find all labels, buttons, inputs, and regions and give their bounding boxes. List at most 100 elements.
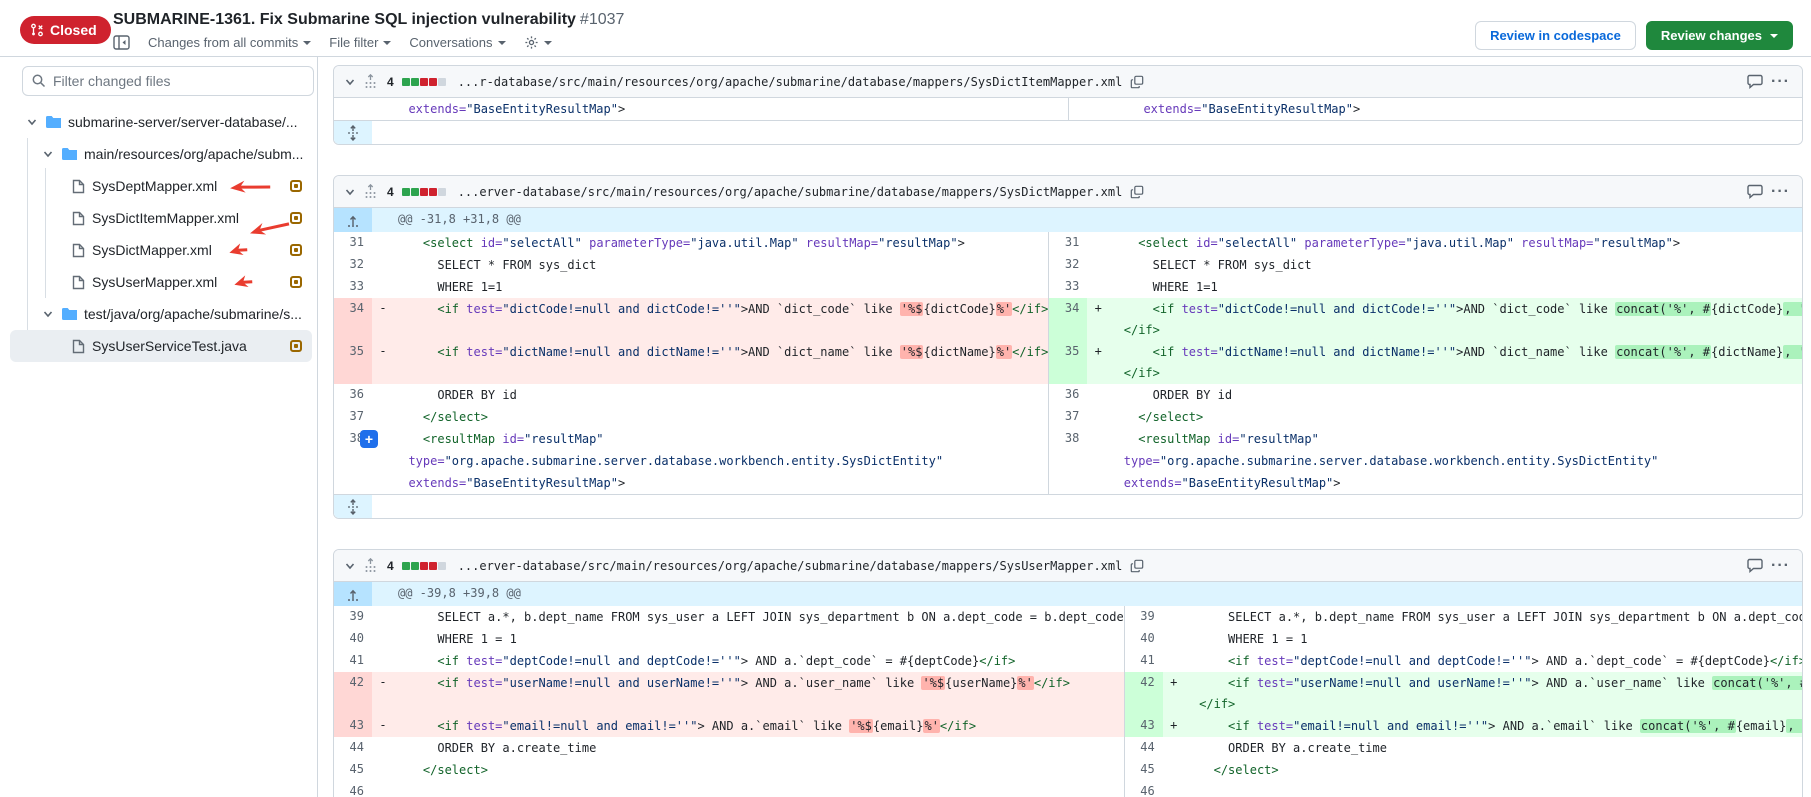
add-comment-button[interactable]: + xyxy=(360,430,378,448)
diff-panel-header: 4...r-database/src/main/resources/org/ap… xyxy=(334,66,1802,98)
diff-marker xyxy=(372,406,394,428)
expand-diff-strip xyxy=(334,494,1802,518)
collapse-sidebar-button[interactable] xyxy=(113,35,130,50)
file-modified-icon xyxy=(290,340,302,352)
line-number: 46 xyxy=(1125,781,1163,797)
code-content: type="org.apache.submarine.server.databa… xyxy=(394,450,1048,472)
diff-panels-area: 4...r-database/src/main/resources/org/ap… xyxy=(318,57,1811,797)
expand-hunk-button[interactable] xyxy=(334,208,372,232)
comment-button[interactable] xyxy=(1747,184,1763,199)
code-line: <if test="deptCode!=null and deptCode!='… xyxy=(394,651,1124,672)
diff-cell-old: 34- <if test="dictCode!=null and dictCod… xyxy=(334,298,1048,341)
code-content: <if test="dictCode!=null and dictCode!='… xyxy=(394,298,1048,341)
tree-file-sysdictmapper-xml[interactable]: SysDictMapper.xml xyxy=(10,234,312,266)
line-number: 45 xyxy=(1125,759,1163,781)
code-line: </if> xyxy=(1109,363,1803,384)
code-line: WHERE 1 = 1 xyxy=(1185,629,1803,650)
diff-cell-old: type="org.apache.submarine.server.databa… xyxy=(334,450,1048,472)
tree-folder-main-resources-org-apache-subm-[interactable]: main/resources/org/apache/subm... xyxy=(10,138,312,170)
code-content: SELECT a.*, b.dept_name FROM sys_user a … xyxy=(1185,606,1803,628)
conversations-dropdown[interactable]: Conversations xyxy=(409,35,505,50)
copy-path-button[interactable] xyxy=(1130,185,1144,199)
kebab-menu-button[interactable]: ··· xyxy=(1771,557,1790,575)
diff-cell-new: 36 ORDER BY id xyxy=(1048,384,1803,406)
code-content: SELECT * FROM sys_dict xyxy=(394,254,1048,276)
diff-cell-old: extends="BaseEntityResultMap"> xyxy=(334,472,1048,494)
diff-settings-dropdown[interactable] xyxy=(524,35,552,50)
code-content: </select> xyxy=(394,759,1124,781)
diff-cell-new: 42+ <if test="userName!=null and userNam… xyxy=(1124,672,1803,715)
code-content: <if test="deptCode!=null and deptCode!='… xyxy=(394,650,1124,672)
collapse-file-button[interactable] xyxy=(344,186,356,198)
comment-icon xyxy=(1747,184,1763,199)
annotation-arrow xyxy=(227,241,250,260)
drag-handle[interactable] xyxy=(364,558,377,574)
review-in-codespace-button[interactable]: Review in codespace xyxy=(1475,21,1636,50)
diff-marker: - xyxy=(372,298,394,341)
comment-button[interactable] xyxy=(1747,558,1763,573)
copy-path-button[interactable] xyxy=(1130,559,1144,573)
code-line: extends="BaseEntityResultMap"> xyxy=(1109,473,1803,494)
file-filter-dropdown[interactable]: File filter xyxy=(329,35,391,50)
diff-marker xyxy=(1087,428,1109,450)
filter-changed-files-input[interactable] xyxy=(22,66,314,96)
expand-hunk-button[interactable] xyxy=(334,582,372,606)
tree-file-sysuserservicetest-java[interactable]: SysUserServiceTest.java xyxy=(10,330,312,362)
tree-folder-test-java-org-apache-submarine-s-[interactable]: test/java/org/apache/submarine/s... xyxy=(10,298,312,330)
tree-item-label: SysDictItemMapper.xml xyxy=(92,210,239,226)
code-line: <resultMap id="resultMap" xyxy=(1109,429,1803,450)
collapse-file-button[interactable] xyxy=(344,560,356,572)
code-content: extends="BaseEntityResultMap"> xyxy=(394,98,1068,120)
file-icon xyxy=(72,275,85,290)
drag-handle[interactable] xyxy=(364,74,377,90)
code-content: </select> xyxy=(1109,406,1803,428)
file-tree-sidebar: submarine-server/server-database/...main… xyxy=(0,57,318,797)
line-number: 40 xyxy=(334,628,372,650)
drag-handle[interactable] xyxy=(364,184,377,200)
code-content: <if test="dictName!=null and dictName!='… xyxy=(1109,341,1803,384)
chevron-down-icon xyxy=(383,41,391,45)
diff-marker xyxy=(372,98,394,120)
code-line: WHERE 1=1 xyxy=(1109,277,1803,298)
line-number xyxy=(1049,450,1087,472)
diff-cell-new: 43+ <if test="email!=null and email!=''"… xyxy=(1124,715,1803,737)
line-number: 33 xyxy=(334,276,372,298)
diff-marker xyxy=(372,759,394,781)
kebab-menu-button[interactable]: ··· xyxy=(1771,183,1790,201)
line-number: 32 xyxy=(334,254,372,276)
review-changes-button[interactable]: Review changes xyxy=(1646,21,1793,50)
line-number: 37 xyxy=(334,406,372,428)
diff-marker xyxy=(372,276,394,298)
drag-handle-icon xyxy=(364,558,377,574)
comment-button[interactable] xyxy=(1747,74,1763,89)
tree-file-sysusermapper-xml[interactable]: SysUserMapper.xml xyxy=(10,266,312,298)
diff-cell-old: extends="BaseEntityResultMap"> xyxy=(334,98,1068,120)
copy-icon xyxy=(1130,559,1144,573)
diff-cell-new: 31 <select id="selectAll" parameterType=… xyxy=(1048,232,1803,254)
diff-marker xyxy=(372,450,394,472)
code-line: </select> xyxy=(1185,760,1803,781)
expand-diff-button[interactable] xyxy=(334,495,372,518)
code-line: </if> xyxy=(1109,320,1803,341)
tree-item-label: SysUserMapper.xml xyxy=(92,274,217,290)
diff-marker xyxy=(372,384,394,406)
code-line: ORDER BY a.create_time xyxy=(394,738,1124,759)
copy-path-button[interactable] xyxy=(1130,75,1144,89)
code-line: SELECT a.*, b.dept_name FROM sys_user a … xyxy=(1185,607,1803,628)
line-number: 41 xyxy=(334,650,372,672)
line-number xyxy=(334,98,372,120)
kebab-menu-button[interactable]: ··· xyxy=(1771,73,1790,91)
diff-cell-old: 40 WHERE 1 = 1 xyxy=(334,628,1124,650)
diff-cell-new: 41 <if test="deptCode!=null and deptCode… xyxy=(1124,650,1803,672)
tree-file-sysdeptmapper-xml[interactable]: SysDeptMapper.xml xyxy=(10,170,312,202)
code-line: SELECT a.*, b.dept_name FROM sys_user a … xyxy=(394,607,1124,628)
drag-handle-icon xyxy=(364,74,377,90)
tree-file-sysdictitemmapper-xml[interactable]: SysDictItemMapper.xml xyxy=(10,202,312,234)
hunk-header: @@ -39,8 +39,8 @@ xyxy=(334,582,1803,606)
collapse-file-button[interactable] xyxy=(344,76,356,88)
diff-panel: 4...erver-database/src/main/resources/or… xyxy=(333,549,1803,797)
expand-diff-button[interactable] xyxy=(334,121,372,144)
changes-from-dropdown[interactable]: Changes from all commits xyxy=(148,35,311,50)
diff-cell-new: 40 WHERE 1 = 1 xyxy=(1124,628,1803,650)
tree-folder-submarine-server-server-database-[interactable]: submarine-server/server-database/... xyxy=(10,106,312,138)
